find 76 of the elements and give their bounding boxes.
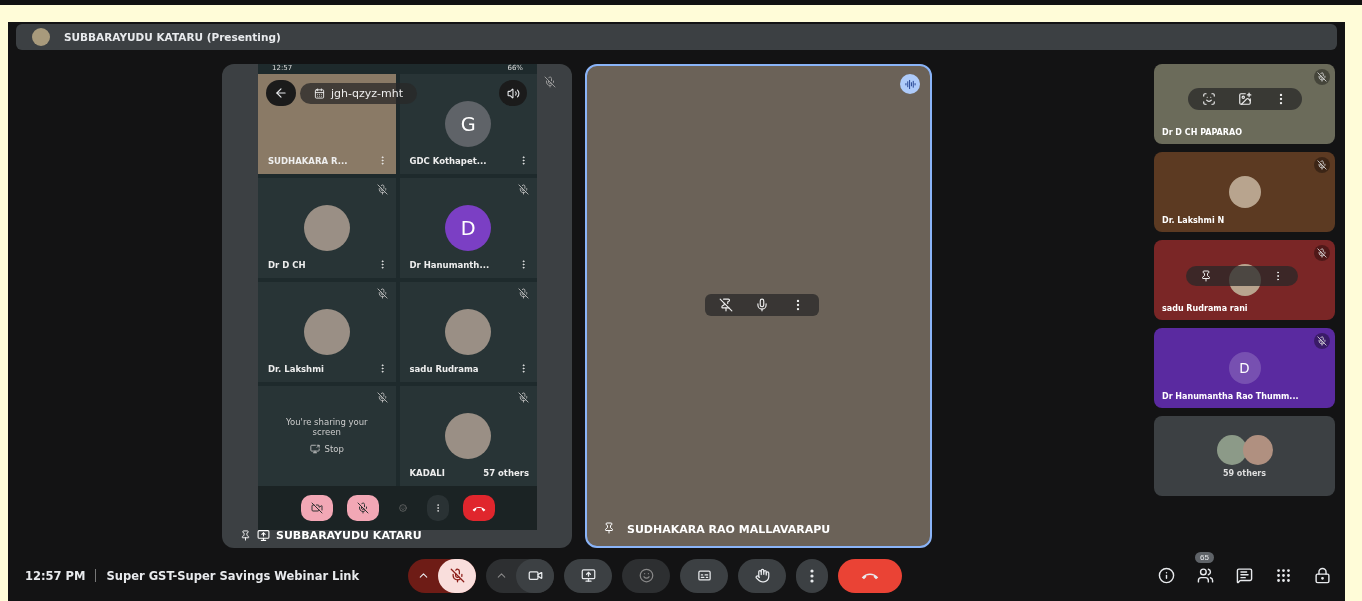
grid-icon (1275, 567, 1292, 584)
unpin-icon[interactable] (719, 298, 733, 312)
mic-off-icon (449, 568, 465, 583)
sharing-message: You're sharing your screen (284, 417, 369, 437)
add-image-icon[interactable] (1238, 92, 1252, 106)
info-button[interactable] (1158, 567, 1175, 584)
end-call-button[interactable] (838, 558, 903, 593)
participant-name: sadu Rudrama rani (1162, 304, 1248, 313)
letter-avatar: D (445, 205, 492, 251)
end-call-button[interactable] (462, 495, 495, 521)
avatar-placeholder (445, 413, 492, 459)
letter-avatar: G (445, 101, 492, 147)
microphone-button[interactable] (438, 558, 477, 593)
smiley-icon (638, 568, 654, 583)
avatar-placeholder (445, 309, 492, 355)
presenter-title: SUBBARAYUDU KATARU (Presenting) (64, 31, 281, 43)
present-icon (580, 568, 596, 583)
raise-hand-button[interactable] (738, 558, 787, 593)
smiley-icon (398, 502, 407, 514)
participant-name: Dr Hanumantha Rao Thumm... (1162, 392, 1299, 401)
volume-icon (506, 86, 520, 100)
participant-name: Dr D CH (268, 260, 306, 270)
speaker-name: SUDHAKARA RAO MALLAVARAPU (627, 523, 831, 536)
phone-icon (471, 504, 486, 512)
meeting-title: Super GST-Super Savings Webinar Link (106, 568, 360, 583)
meeting-time: 12:57 PM (25, 568, 86, 583)
captions-button[interactable] (680, 558, 729, 593)
presenter-name: SUBBARAYUDU KATARU (276, 529, 422, 542)
captions-icon (696, 568, 712, 583)
others-count: 57 others (483, 468, 529, 478)
letter-avatar: D (1228, 352, 1261, 384)
hand-icon (754, 568, 770, 583)
participant-name: KADALI (409, 468, 445, 478)
participant-name: sadu Rudrama (409, 364, 479, 374)
present-button[interactable] (564, 558, 613, 593)
lock-icon (1314, 567, 1331, 584)
info-icon (1158, 567, 1175, 584)
pin-icon (240, 530, 251, 541)
participant-name: SUDHAKARA R... (268, 156, 348, 166)
chat-button[interactable] (1236, 567, 1253, 584)
camera-off-icon (310, 502, 323, 514)
mic-off-button[interactable] (346, 495, 379, 521)
avatar-placeholder (1228, 176, 1261, 208)
participant-name: Dr D CH PAPARAO (1162, 128, 1242, 137)
people-count: 65 (1195, 552, 1214, 563)
avatar-placeholder (32, 28, 50, 46)
mic-off-icon (356, 502, 369, 514)
emoji-button[interactable] (622, 558, 671, 593)
camera-button[interactable] (516, 558, 555, 593)
activities-button[interactable] (1275, 567, 1292, 584)
people-icon (1197, 567, 1214, 584)
participant-name: Dr Hanumanth... (409, 260, 490, 270)
more-button[interactable] (796, 558, 829, 593)
pin-icon (603, 522, 615, 534)
mic-icon[interactable] (755, 298, 769, 312)
participant-name: Dr. Lakshmi N (1162, 216, 1225, 225)
phone-icon (861, 571, 880, 580)
stop-button[interactable]: Stop (303, 443, 350, 455)
chat-icon (1236, 567, 1253, 584)
more-icon (810, 568, 815, 583)
camera-icon (527, 568, 543, 583)
screen-icon (309, 444, 320, 454)
avatar-placeholder (1216, 434, 1247, 465)
others-count: 59 others (1222, 468, 1267, 478)
meeting-code-text: jgh-qzyz-mht (331, 86, 403, 100)
pin-icon[interactable] (1200, 270, 1212, 282)
calendar-icon (314, 87, 325, 99)
camera-off-button[interactable] (300, 495, 333, 521)
participant-name: Dr. Lakshmi (268, 364, 324, 374)
participant-name: GDC Kothapet... (409, 156, 487, 166)
framing-icon[interactable] (1202, 92, 1216, 106)
present-icon (257, 529, 270, 542)
avatar-placeholder (303, 309, 350, 355)
host-controls-button[interactable] (1314, 567, 1331, 584)
avatar-placeholder (1242, 434, 1273, 465)
avatar-placeholder (303, 205, 350, 251)
